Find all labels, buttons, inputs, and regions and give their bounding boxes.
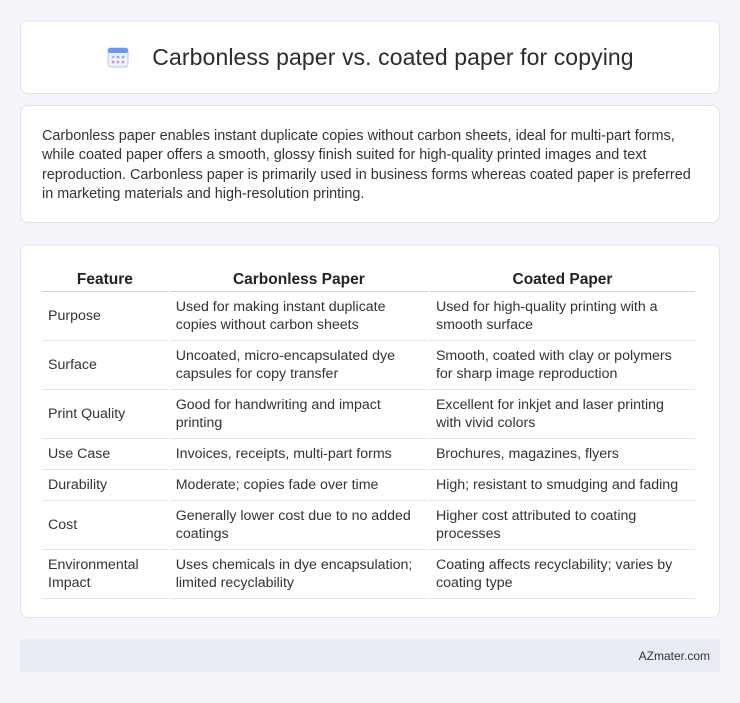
table-row: Environmental Impact Uses chemicals in d… bbox=[42, 550, 695, 599]
feature-cell: Print Quality bbox=[42, 390, 168, 439]
intro-card: Carbonless paper enables instant duplica… bbox=[20, 105, 720, 223]
feature-cell: Cost bbox=[42, 501, 168, 550]
coated-cell: High; resistant to smudging and fading bbox=[429, 470, 695, 501]
carbonless-cell: Good for handwriting and impact printing bbox=[169, 390, 428, 439]
feature-cell: Durability bbox=[42, 470, 168, 501]
coated-cell: Used for high-quality printing with a sm… bbox=[429, 292, 695, 341]
feature-cell: Use Case bbox=[42, 439, 168, 470]
carbonless-cell: Generally lower cost due to no added coa… bbox=[169, 501, 428, 550]
coated-cell: Excellent for inkjet and laser printing … bbox=[429, 390, 695, 439]
comparison-table: Feature Carbonless Paper Coated Paper Pu… bbox=[40, 267, 697, 599]
feature-cell: Environmental Impact bbox=[42, 550, 168, 599]
table-row: Cost Generally lower cost due to no adde… bbox=[42, 501, 695, 550]
table-row: Durability Moderate; copies fade over ti… bbox=[42, 470, 695, 501]
header-card: Carbonless paper vs. coated paper for co… bbox=[20, 20, 720, 94]
header-carbonless: Carbonless Paper bbox=[169, 267, 428, 292]
table-row: Surface Uncoated, micro-encapsulated dye… bbox=[42, 341, 695, 390]
footer-site-link[interactable]: AZmater.com bbox=[639, 649, 710, 663]
coated-cell: Higher cost attributed to coating proces… bbox=[429, 501, 695, 550]
coated-cell: Brochures, magazines, flyers bbox=[429, 439, 695, 470]
title-wrap: Carbonless paper vs. coated paper for co… bbox=[106, 43, 634, 71]
carbonless-cell: Used for making instant duplicate copies… bbox=[169, 292, 428, 341]
page-title: Carbonless paper vs. coated paper for co… bbox=[152, 43, 634, 70]
carbonless-cell: Moderate; copies fade over time bbox=[169, 470, 428, 501]
carbonless-cell: Uncoated, micro-encapsulated dye capsule… bbox=[169, 341, 428, 390]
header-feature: Feature bbox=[42, 267, 168, 292]
intro-text: Carbonless paper enables instant duplica… bbox=[42, 128, 691, 203]
table-row: Use Case Invoices, receipts, multi-part … bbox=[42, 439, 695, 470]
table-row: Print Quality Good for handwriting and i… bbox=[42, 390, 695, 439]
table-header-row: Feature Carbonless Paper Coated Paper bbox=[42, 267, 695, 292]
footer-bar: AZmater.com bbox=[20, 639, 720, 672]
feature-cell: Surface bbox=[42, 341, 168, 390]
table-row: Purpose Used for making instant duplicat… bbox=[42, 292, 695, 341]
feature-cell: Purpose bbox=[42, 292, 168, 341]
carbonless-cell: Uses chemicals in dye encapsulation; lim… bbox=[169, 550, 428, 599]
header-coated: Coated Paper bbox=[429, 267, 695, 292]
coated-cell: Coating affects recyclability; varies by… bbox=[429, 550, 695, 599]
calendar-icon bbox=[107, 47, 129, 68]
coated-cell: Smooth, coated with clay or polymers for… bbox=[429, 341, 695, 390]
carbonless-cell: Invoices, receipts, multi-part forms bbox=[169, 439, 428, 470]
comparison-card: Feature Carbonless Paper Coated Paper Pu… bbox=[20, 244, 720, 618]
